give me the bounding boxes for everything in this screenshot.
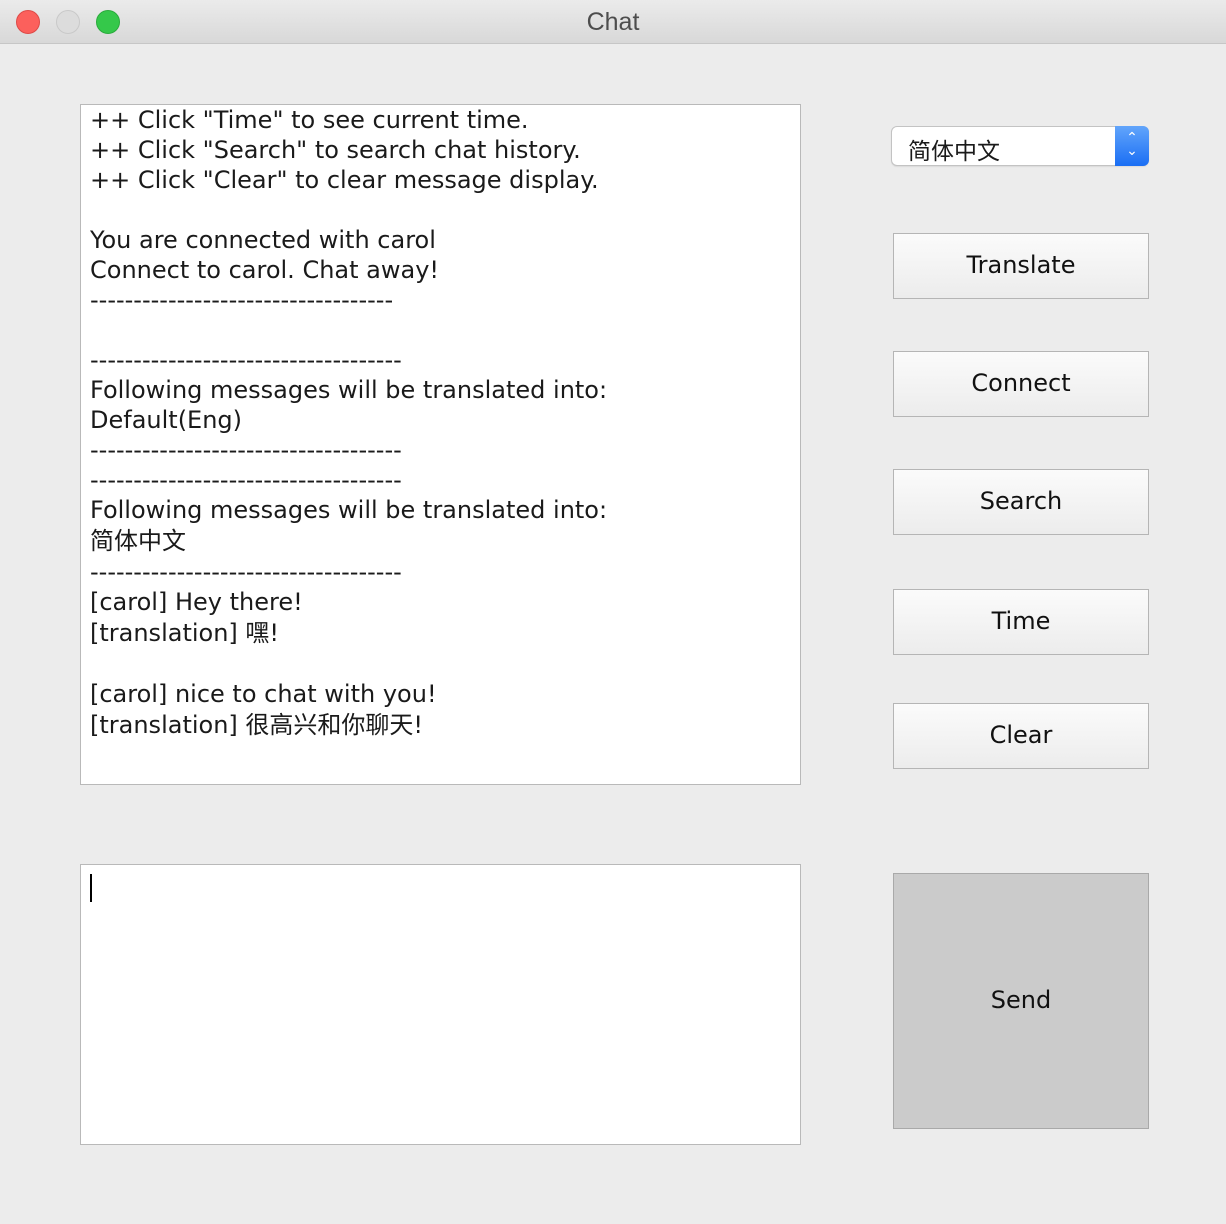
chat-message-line: You are connected with carol: [90, 226, 436, 254]
chat-message-line: [90, 195, 800, 225]
chat-message-line: Connect to carol. Chat away!: [90, 256, 440, 284]
search-button[interactable]: Search: [893, 469, 1149, 535]
chevron-up-down-icon: ⌃ ⌄: [1115, 126, 1149, 166]
message-input[interactable]: [80, 864, 801, 1145]
time-button[interactable]: Time: [893, 589, 1149, 655]
chat-message-line: ------------------------------------: [90, 558, 402, 586]
chat-message-line: [90, 649, 800, 679]
chat-message-line: ++ Click "Search" to search chat history…: [90, 136, 581, 164]
chat-message-line: Default(Eng): [90, 406, 243, 434]
title-bar: Chat: [0, 0, 1226, 44]
chat-message-line: [carol] nice to chat with you!: [90, 680, 437, 708]
send-button[interactable]: Send: [893, 873, 1149, 1129]
chat-message-line: ------------------------------------: [90, 346, 402, 374]
chat-message-line: [translation] 很高兴和你聊天!: [90, 711, 424, 739]
text-caret: [90, 874, 92, 902]
message-display[interactable]: ++ Click "Time" to see current time. ++ C…: [80, 104, 801, 785]
chat-message-line: [carol] Hey there!: [90, 588, 303, 616]
connect-button[interactable]: Connect: [893, 351, 1149, 417]
chat-message-line: ++ Click "Clear" to clear message displa…: [90, 166, 599, 194]
clear-button[interactable]: Clear: [893, 703, 1149, 769]
chat-message-line: -----------------------------------: [90, 286, 394, 314]
chat-message-line: Following messages will be translated in…: [90, 496, 608, 524]
chat-message-line: ------------------------------------: [90, 466, 402, 494]
chat-message-line: 简体中文: [90, 527, 186, 555]
window-title: Chat: [586, 8, 640, 36]
language-select[interactable]: 简体中文 ⌃ ⌄: [891, 126, 1149, 166]
chat-message-line: [translation] 嘿!: [90, 619, 280, 647]
chat-message-line: ------------------------------------: [90, 436, 402, 464]
chat-message-line: Following messages will be translated in…: [90, 376, 608, 404]
chat-window: Chat ++ Click "Time" to see current time…: [0, 0, 1226, 1224]
language-select-value: 简体中文: [908, 139, 1000, 165]
chat-message-line: ++ Click "Time" to see current time.: [90, 106, 529, 134]
chat-message-line: [90, 315, 800, 345]
translate-button[interactable]: Translate: [893, 233, 1149, 299]
